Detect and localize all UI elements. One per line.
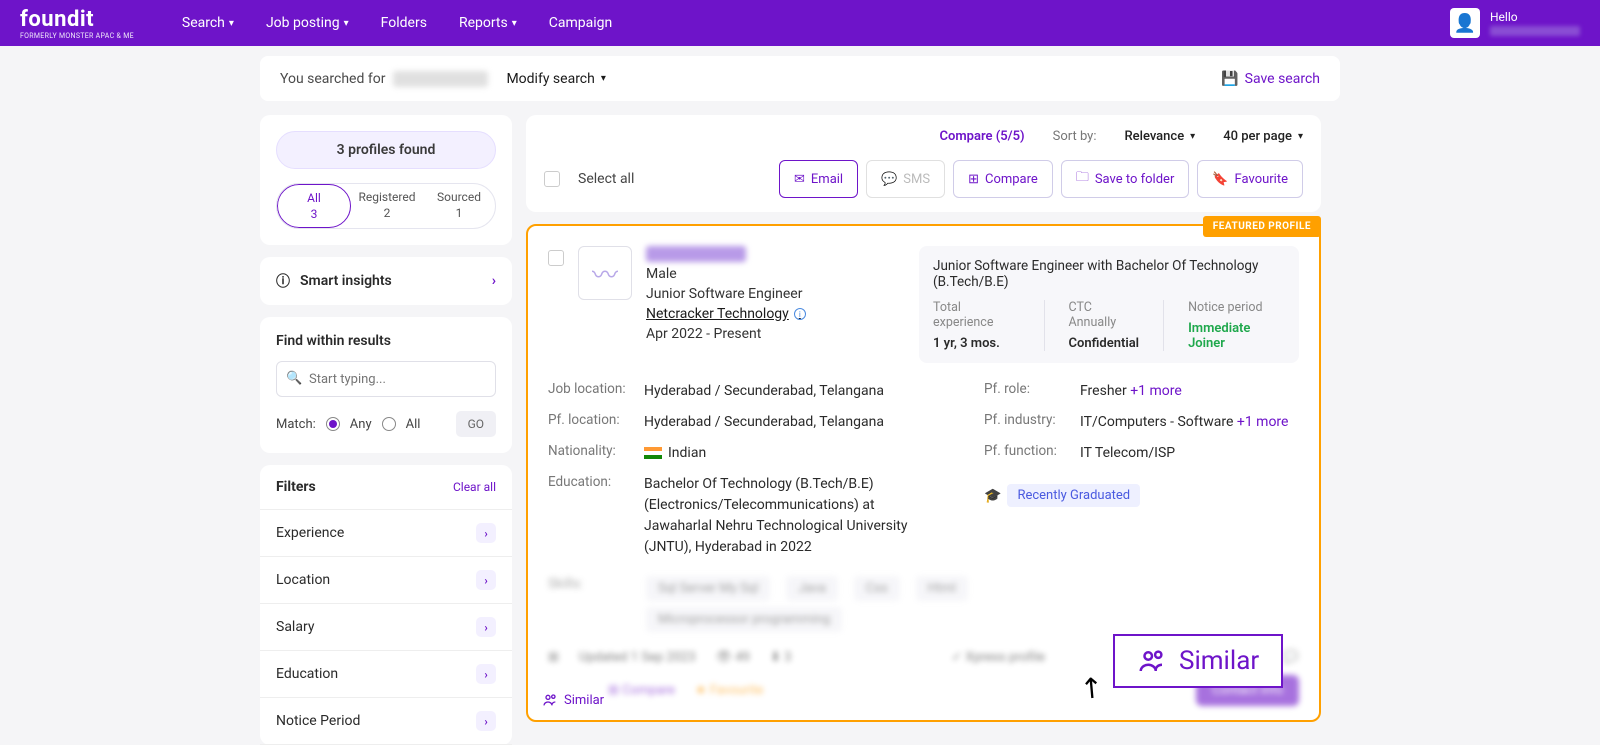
compare-button[interactable]: ⊞Compare (953, 160, 1053, 198)
find-input[interactable] (276, 361, 496, 397)
profiles-card: 3 profiles found All3 Registered2 Source… (260, 115, 512, 245)
recently-graduated-badge: Recently Graduated (1007, 484, 1140, 507)
profile-photo: 〰 (578, 246, 632, 300)
find-within-results: Find within results 🔍 Match: Any All GO (260, 317, 512, 453)
logo-sub: FORMERLY MONSTER APAC & ME (20, 32, 134, 40)
profile-gender: Male (646, 266, 806, 282)
more-link[interactable]: +1 more (1130, 383, 1182, 399)
filter-location[interactable]: Location› (260, 557, 512, 604)
user-menu[interactable]: 👤 Hello (1450, 8, 1580, 38)
users-icon (542, 692, 558, 708)
search-chip-blurred (393, 71, 488, 87)
find-title: Find within results (276, 333, 496, 349)
profile-name-blurred (646, 246, 746, 262)
nav-reports[interactable]: Reports▾ (459, 15, 517, 31)
you-searched-for: You searched for (280, 71, 385, 87)
chevron-down-icon: ▾ (512, 18, 517, 29)
folder-icon: 🗀 (1076, 168, 1089, 190)
filter-salary[interactable]: Salary› (260, 604, 512, 651)
chevron-right-icon: › (476, 523, 496, 543)
per-page-dropdown[interactable]: 40 per page▾ (1223, 129, 1303, 144)
chevron-down-icon: ▾ (1298, 131, 1303, 142)
logo-text: foundit (20, 7, 134, 32)
more-link[interactable]: +1 more (1237, 414, 1289, 430)
profile-checkbox[interactable] (548, 250, 564, 266)
results-toolbar: Compare (5/5) Sort by: Relevance▾ 40 per… (526, 115, 1321, 212)
filter-experience[interactable]: Experience› (260, 510, 512, 557)
user-name-blurred (1490, 26, 1580, 36)
nav-folders[interactable]: Folders (381, 15, 427, 31)
skills-row-blurred: Microprocessor programming (548, 607, 1299, 632)
chevron-down-icon: ▾ (344, 18, 349, 29)
summary-title: Junior Software Engineer with Bachelor O… (933, 258, 1285, 290)
radio-all[interactable] (382, 417, 396, 431)
chat-icon: 💬 (881, 172, 897, 187)
chevron-right-icon: › (476, 664, 496, 684)
featured-badge: FEATURED PROFILE (1203, 216, 1321, 237)
filters-card: Filters Clear all Experience› Location› … (260, 465, 512, 745)
go-button[interactable]: GO (456, 411, 496, 437)
chevron-right-icon: › (476, 570, 496, 590)
select-all-label: Select all (578, 171, 634, 187)
avatar: 👤 (1450, 8, 1480, 38)
filter-education[interactable]: Education› (260, 651, 512, 698)
tab-registered[interactable]: Registered2 (351, 184, 423, 228)
profiles-found-pill: 3 profiles found (276, 131, 496, 169)
search-summary-bar: You searched for Modify search▾ 💾 Save s… (260, 56, 1340, 101)
sms-button: 💬SMS (866, 160, 945, 198)
skills-row-blurred: Skills: Sql Server My SqlJavaCssHtml (548, 576, 1299, 601)
compare-counter[interactable]: Compare (5/5) (940, 129, 1025, 144)
profile-summary-box: Junior Software Engineer with Bachelor O… (919, 246, 1299, 363)
profile-title: Junior Software Engineer (646, 286, 806, 302)
nav-search[interactable]: Search▾ (182, 15, 234, 31)
profile-dates: Apr 2022 - Present (646, 326, 806, 342)
compare-icon: ⊞ (968, 172, 979, 187)
modify-search[interactable]: Modify search▾ (506, 71, 605, 87)
similar-callout: ↗ Similar (1113, 634, 1283, 688)
chevron-down-icon: ▾ (601, 73, 606, 84)
sort-dropdown[interactable]: Relevance▾ (1124, 129, 1195, 144)
sort-label: Sort by: (1053, 129, 1097, 144)
radio-any[interactable] (326, 417, 340, 431)
profile-tabs: All3 Registered2 Sourced1 (276, 183, 496, 229)
flag-india-icon (644, 447, 662, 459)
clear-all[interactable]: Clear all (453, 480, 496, 494)
chevron-down-icon: ▾ (229, 18, 234, 29)
tab-all[interactable]: All3 (277, 184, 351, 228)
mail-icon: ✉ (794, 172, 805, 187)
save-to-folder-button[interactable]: 🗀Save to folder (1061, 160, 1190, 198)
chevron-right-icon: › (492, 273, 496, 289)
users-icon (1137, 646, 1167, 676)
select-all-checkbox[interactable] (544, 171, 560, 187)
tab-sourced[interactable]: Sourced1 (423, 184, 495, 228)
similar-link[interactable]: Similar (542, 692, 604, 708)
chevron-right-icon: › (476, 711, 496, 731)
chevron-down-icon: ▾ (1190, 131, 1195, 142)
logo[interactable]: foundit FORMERLY MONSTER APAC & ME (20, 7, 134, 40)
info-icon: i (794, 308, 806, 320)
email-button[interactable]: ✉Email (779, 160, 858, 198)
chevron-right-icon: › (476, 617, 496, 637)
graduation-icon: 🎓 (984, 488, 1001, 504)
bulb-icon: ⓘ (276, 271, 290, 291)
user-hello: Hello (1490, 10, 1580, 24)
header: foundit FORMERLY MONSTER APAC & ME Searc… (0, 0, 1600, 46)
save-icon: 💾 (1221, 71, 1238, 87)
filters-title: Filters (276, 479, 316, 495)
profile-card: FEATURED PROFILE 〰 Male Junior Software … (526, 224, 1321, 722)
search-icon: 🔍 (286, 371, 302, 386)
favourite-button[interactable]: 🔖Favourite (1197, 160, 1303, 198)
nav: Search▾ Job posting▾ Folders Reports▾ Ca… (182, 15, 612, 31)
nav-job-posting[interactable]: Job posting▾ (266, 15, 349, 31)
match-label: Match: (276, 417, 316, 432)
smart-insights[interactable]: ⓘSmart insights › (260, 257, 512, 305)
filter-notice-period[interactable]: Notice Period› (260, 698, 512, 745)
save-search[interactable]: 💾 Save search (1221, 71, 1320, 87)
nav-campaign[interactable]: Campaign (549, 15, 612, 31)
bookmark-icon: 🔖 (1212, 172, 1228, 187)
profile-company[interactable]: Netcracker Technologyi (646, 306, 806, 322)
